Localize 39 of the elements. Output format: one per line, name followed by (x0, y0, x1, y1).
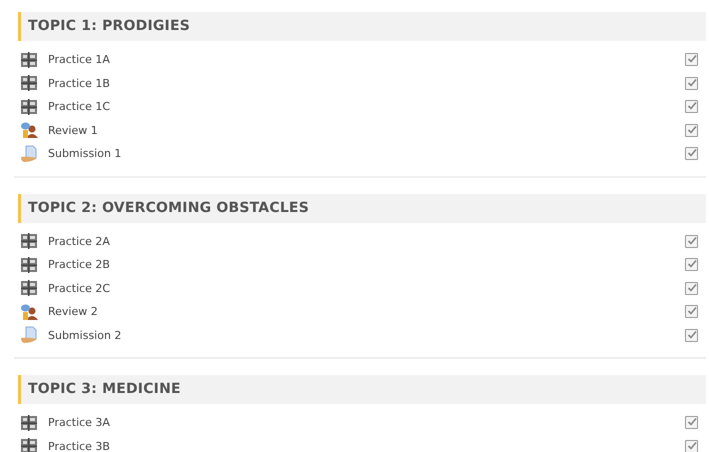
activity-link[interactable]: Submission 2 (48, 328, 122, 342)
puzzle-grid-icon (20, 50, 38, 69)
completion-checkbox[interactable] (685, 147, 698, 160)
topic-heading: TOPIC 3: MEDICINE (18, 375, 706, 404)
puzzle-grid-icon (20, 414, 38, 432)
completion-checkbox[interactable] (685, 76, 698, 90)
completion-checkbox[interactable] (685, 124, 698, 137)
puzzle-grid-icon (20, 98, 38, 116)
completion-checkbox[interactable] (685, 258, 698, 272)
activity-link[interactable]: Practice 1B (48, 76, 110, 90)
completion-checkbox[interactable] (685, 53, 698, 66)
completion-checkbox[interactable] (685, 100, 698, 114)
activity-link[interactable]: Practice 2C (48, 282, 110, 295)
completion-checkbox[interactable] (685, 282, 698, 295)
activity-link[interactable]: Practice 3A (48, 416, 110, 430)
activity-link[interactable]: Practice 2B (48, 258, 110, 272)
people-icon (20, 121, 38, 140)
completion-checkbox[interactable] (685, 328, 698, 342)
puzzle-grid-icon (20, 279, 38, 298)
activity-link[interactable]: Practice 1A (48, 53, 110, 66)
topic-heading: TOPIC 2: OVERCOMING OBSTACLES (18, 194, 706, 222)
completion-checkbox[interactable] (685, 305, 698, 318)
activity-link[interactable]: Practice 1C (48, 100, 110, 114)
hand-document-icon (20, 326, 38, 344)
puzzle-grid-icon (20, 437, 38, 452)
activity-link[interactable]: Practice 3B (48, 440, 110, 452)
activity-link[interactable]: Review 1 (48, 124, 98, 137)
puzzle-grid-icon (20, 232, 38, 250)
completion-checkbox[interactable] (685, 234, 698, 248)
activity-link[interactable]: Practice 2A (48, 234, 110, 248)
hand-document-icon (20, 144, 38, 163)
activity-link[interactable]: Submission 1 (48, 147, 122, 160)
puzzle-grid-icon (20, 256, 38, 274)
puzzle-grid-icon (20, 74, 38, 92)
completion-checkbox[interactable] (685, 440, 698, 452)
topic-heading: TOPIC 1: PRODIGIES (18, 12, 706, 41)
completion-checkbox[interactable] (685, 416, 698, 430)
people-icon (20, 302, 38, 321)
activity-link[interactable]: Review 2 (48, 305, 98, 318)
